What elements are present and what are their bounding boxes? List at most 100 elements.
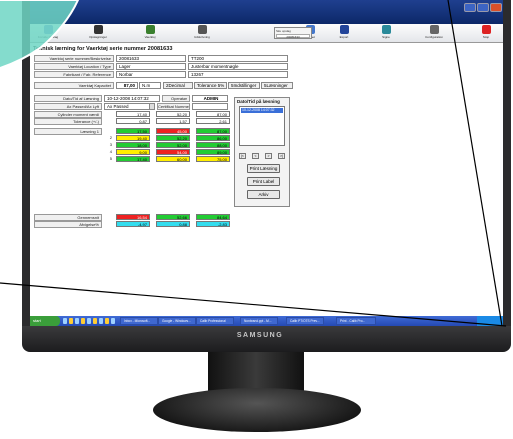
reading-cell[interactable]: 86,00 [196,135,230,141]
reading-cell[interactable]: 17,40 [116,156,150,162]
certificate-value[interactable] [192,103,228,110]
field-value[interactable]: Norbar [116,71,186,78]
page-title: Teknisk lærning for Vaerktøj serie numme… [33,46,173,52]
pass-dropdown-icon[interactable] [149,103,155,110]
toolbar-button[interactable]: Vaerktoj [134,25,166,42]
title-bar [30,0,503,24]
search-input[interactable]: 20081633 [276,34,310,39]
reading-index: 2 [109,135,112,140]
history-list-item[interactable]: 10-12-2008 14:07:32 [241,108,283,113]
start-button[interactable]: start [30,316,60,326]
quick-launch-icon[interactable] [99,318,103,324]
quick-launch-icon[interactable] [75,318,79,324]
toolbar-button[interactable]: Udskrivning [186,25,218,42]
reading-cell[interactable]: 89,00 [196,149,230,155]
field-label: Fabrikant / Fab. Reference [34,71,114,78]
history-title: Dato/Tid på læsning [237,99,280,104]
photo-stage: SAMSUNG Forside Opslag Opslagninger Vaerkt… [0,0,513,439]
taskbar-task[interactable]: Print - Calib Pro... [336,317,376,325]
taskbar: start Inbox - Microsoft... Google - Windo… [30,316,503,326]
maximize-button[interactable] [477,3,489,12]
reading-cell[interactable]: 19,40 [116,135,150,141]
quick-launch-icon[interactable] [81,318,85,324]
close-button[interactable] [490,3,502,12]
toolbar-label: Stop [482,35,490,39]
taskbar-task[interactable]: Google - Windows... [158,317,196,325]
print-label-button[interactable]: Print Label [247,177,280,186]
reading-cell[interactable]: 45,00 [156,128,190,134]
prev-record-button[interactable]: < [252,153,259,159]
reading-cell[interactable]: 88,00 [196,142,230,148]
reading-cell[interactable]: 52,20 [156,135,190,141]
toolbar-button[interactable]: Configuration [418,25,450,42]
tolerance-select[interactable]: Tolerance 5% [194,82,227,89]
reading-cell[interactable]: 54,00 [156,149,190,155]
toolbar-icon [339,25,349,34]
target-cell: 17,40 [116,111,150,117]
toolbar-icon [93,25,103,34]
system-tray [477,316,503,326]
toolbar-label: Udskrivning [194,35,210,39]
target-label: Cylinder moment værdi [34,111,102,118]
reading-cell[interactable]: 60,00 [156,156,190,162]
summary-cell: 0,88 [156,221,190,227]
reading-cell[interactable]: 52,00 [156,142,190,148]
decimals-select[interactable]: 2Decimal [163,82,193,89]
toolbar-button[interactable]: Signe [370,25,402,42]
taskbar-task[interactable]: Calib PT/OTS Prev... [286,317,324,325]
quick-launch-icon[interactable] [63,318,67,324]
pass-select[interactable]: Ax Passed [104,103,150,110]
taskbar-task[interactable]: Inbox - Microsoft... [120,317,158,325]
summary-cell: 52,66 [156,214,190,220]
date-value[interactable]: 10-12-2008 14:07:32 [104,95,160,102]
quick-launch-icon[interactable] [111,318,115,324]
sku-search-box[interactable]: Sku opslag 20081633 [274,27,312,39]
history-list[interactable]: 10-12-2008 14:07:32 [239,106,285,146]
taskbar-task[interactable]: Calib Professional [196,317,234,325]
last-record-button[interactable]: >| [278,153,285,159]
capacity-label: Vaerktøj Kapacitet [34,82,114,89]
operator-value[interactable]: ADMIN [192,95,228,102]
field-value-2[interactable]: 13267 [188,71,288,78]
summary-cell: 16,54 [116,214,150,220]
quick-launch-icon[interactable] [93,318,97,324]
reading-index [102,128,112,134]
next-record-button[interactable]: > [265,153,272,159]
quick-launch-icon[interactable] [105,318,109,324]
toolbar-icon [43,25,53,34]
quick-launch-icon[interactable] [69,318,73,324]
minimize-button[interactable] [464,3,476,12]
first-record-button[interactable]: |< [239,153,246,159]
toolbar-button[interactable]: Opslagninger [82,25,114,42]
reading-cell[interactable]: 17,50 [116,128,150,134]
print-reading-button[interactable]: Print Læsning [247,164,280,173]
toolbar-button[interactable]: Export [328,25,360,42]
field-value-2[interactable]: Justerbar momentnøgle [188,63,288,70]
capacity-unit[interactable]: N.m [139,82,161,89]
target-cell: 52,20 [156,111,190,117]
field-value[interactable]: 20081633 [116,55,186,62]
archive-button[interactable]: Arkiv [247,190,280,199]
quick-launch-icon[interactable] [87,318,91,324]
toolbar-label: Signe [382,35,390,39]
reading-cell[interactable]: 18,00 [116,142,150,148]
summary-cell: -2,83 [196,221,230,227]
taskbar-task[interactable]: Nonbrand.ppt - M... [240,317,278,325]
reading-cell[interactable]: 9,00 [116,149,150,155]
toolbar-label: Configuration [425,35,443,39]
field-value-2[interactable]: TT200 [188,55,288,62]
toolbar-button[interactable]: Stop [470,25,502,42]
toolbar-icon [381,25,391,34]
readings-select[interactable]: 5Læsninger [261,82,293,89]
screen: Forside Opslag Opslagninger Vaerktoj Udskri… [30,0,503,326]
reading-cell[interactable]: 87,00 [196,128,230,134]
search-label: Sku opslag [276,29,291,33]
certificate-label: Certifikat Nummer [157,103,190,110]
reading-cell[interactable]: 75,00 [196,156,230,162]
tolerance-cell: 1,57 [156,118,190,124]
toolbar-icon [197,25,207,34]
positions-select[interactable]: 5Indstillinger [228,82,260,89]
toolbar-button[interactable]: Forside Opslag [32,25,64,42]
capacity-value[interactable]: 87,00 [116,82,138,89]
field-value[interactable]: Lager [116,63,186,70]
